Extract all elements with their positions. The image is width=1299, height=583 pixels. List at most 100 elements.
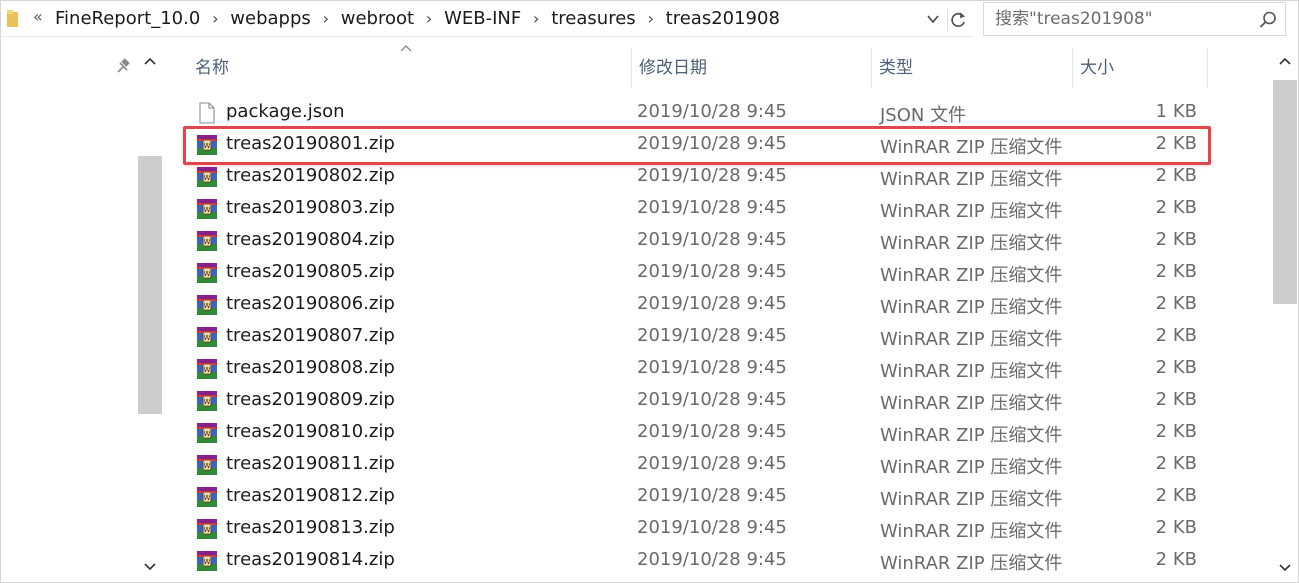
column-header-type[interactable]: 类型: [872, 48, 1073, 88]
nav-scroll-thumb[interactable]: [138, 156, 162, 414]
table-row[interactable]: package.json 2019/10/28 9:45 JSON 文件 1 KB: [188, 97, 1208, 129]
file-date: 2019/10/28 9:45: [637, 101, 787, 122]
winrar-zip-icon: W: [196, 422, 218, 444]
file-date: 2019/10/28 9:45: [637, 485, 787, 506]
svg-text:W: W: [204, 462, 211, 470]
pin-icon[interactable]: [116, 58, 132, 74]
table-row[interactable]: Wtreas20190802.zip 2019/10/28 9:45 WinRAR …: [188, 161, 1208, 193]
table-row[interactable]: Wtreas20190803.zip 2019/10/28 9:45 WinRAR …: [188, 193, 1208, 225]
search-input[interactable]: [993, 7, 1243, 31]
breadcrumb-segment[interactable]: WEB-INF: [444, 8, 521, 29]
table-row[interactable]: Wtreas20190812.zip 2019/10/28 9:45 WinRAR …: [188, 481, 1208, 513]
file-name: treas20190812.zip: [226, 485, 395, 506]
svg-text:W: W: [204, 558, 211, 566]
winrar-zip-icon: W: [196, 294, 218, 316]
file-type: WinRAR ZIP 压缩文件: [880, 425, 1063, 446]
table-row[interactable]: Wtreas20190807.zip 2019/10/28 9:45 WinRAR …: [188, 321, 1208, 353]
file-name: treas20190806.zip: [226, 293, 395, 314]
winrar-zip-icon: W: [196, 454, 218, 476]
svg-text:W: W: [204, 206, 211, 214]
breadcrumb-separator-icon[interactable]: ›: [521, 9, 551, 28]
table-row[interactable]: Wtreas20190813.zip 2019/10/28 9:45 WinRAR …: [188, 513, 1208, 545]
file-size: 2 KB: [1155, 453, 1197, 474]
winrar-zip-icon: W: [196, 550, 218, 572]
breadcrumb-segment[interactable]: webapps: [230, 8, 310, 29]
file-type: WinRAR ZIP 压缩文件: [880, 361, 1063, 382]
svg-text:W: W: [204, 302, 211, 310]
file-name: treas20190804.zip: [226, 229, 395, 250]
file-type: WinRAR ZIP 压缩文件: [880, 169, 1063, 190]
chevron-down-icon[interactable]: [925, 11, 941, 27]
table-row[interactable]: Wtreas20190808.zip 2019/10/28 9:45 WinRAR …: [188, 353, 1208, 385]
file-name: treas20190810.zip: [226, 421, 395, 442]
table-row[interactable]: Wtreas20190805.zip 2019/10/28 9:45 WinRAR …: [188, 257, 1208, 289]
column-header-name[interactable]: 名称: [188, 48, 632, 88]
winrar-zip-icon: W: [196, 390, 218, 412]
scroll-up-arrow-icon[interactable]: [1278, 56, 1292, 66]
file-size: 2 KB: [1155, 325, 1197, 346]
breadcrumb-segment[interactable]: webroot: [341, 8, 414, 29]
table-row[interactable]: Wtreas20190806.zip 2019/10/28 9:45 WinRAR …: [188, 289, 1208, 321]
file-type: WinRAR ZIP 压缩文件: [880, 265, 1063, 286]
winrar-zip-icon: W: [196, 518, 218, 540]
file-name: treas20190813.zip: [226, 517, 395, 538]
file-name: treas20190805.zip: [226, 261, 395, 282]
file-list-scrollbar[interactable]: [1273, 46, 1297, 581]
breadcrumb-separator-icon[interactable]: ›: [311, 9, 341, 28]
scroll-up-arrow-icon[interactable]: [143, 56, 157, 66]
column-header-size[interactable]: 大小: [1073, 48, 1208, 88]
file-date: 2019/10/28 9:45: [637, 453, 787, 474]
breadcrumb: FineReport_10.0 › webapps › webroot › WEB-INF ›…: [55, 8, 780, 29]
breadcrumb-separator-icon[interactable]: ›: [200, 9, 230, 28]
file-size: 2 KB: [1155, 293, 1197, 314]
table-row[interactable]: Wtreas20190810.zip 2019/10/28 9:45 WinRAR …: [188, 417, 1208, 449]
refresh-icon[interactable]: [947, 9, 969, 31]
file-type: WinRAR ZIP 压缩文件: [880, 233, 1063, 254]
breadcrumb-segment[interactable]: treasures: [551, 8, 635, 29]
svg-text:W: W: [204, 270, 211, 278]
table-row[interactable]: Wtreas20190811.zip 2019/10/28 9:45 WinRAR …: [188, 449, 1208, 481]
file-type: WinRAR ZIP 压缩文件: [880, 137, 1063, 158]
file-date: 2019/10/28 9:45: [637, 389, 787, 410]
svg-text:W: W: [204, 174, 211, 182]
file-date: 2019/10/28 9:45: [637, 197, 787, 218]
breadcrumb-separator-icon[interactable]: ›: [636, 9, 666, 28]
nav-scrollbar[interactable]: [138, 50, 162, 582]
file-type: JSON 文件: [880, 105, 967, 126]
file-size: 2 KB: [1155, 165, 1197, 186]
breadcrumb-segment[interactable]: treas201908: [666, 8, 780, 29]
file-size: 2 KB: [1155, 421, 1197, 442]
table-row[interactable]: Wtreas20190801.zip 2019/10/28 9:45 WinRAR …: [188, 129, 1208, 161]
address-bar[interactable]: « FineReport_10.0 › webapps › webroot › WEB-IN…: [1, 1, 972, 37]
file-size: 2 KB: [1155, 517, 1197, 538]
file-size: 2 KB: [1155, 549, 1197, 570]
file-size: 2 KB: [1155, 197, 1197, 218]
scroll-thumb[interactable]: [1273, 80, 1297, 304]
table-row[interactable]: Wtreas20190809.zip 2019/10/28 9:45 WinRAR …: [188, 385, 1208, 417]
scroll-down-arrow-icon[interactable]: [143, 562, 157, 572]
address-bar-area: « FineReport_10.0 › webapps › webroot › WEB-IN…: [0, 0, 1299, 40]
search-icon[interactable]: [1259, 11, 1277, 29]
column-header-date[interactable]: 修改日期: [632, 48, 872, 88]
svg-text:W: W: [204, 334, 211, 342]
file-date: 2019/10/28 9:45: [637, 421, 787, 442]
winrar-zip-icon: W: [196, 262, 218, 284]
file-name: treas20190807.zip: [226, 325, 395, 346]
search-box[interactable]: [983, 2, 1286, 36]
file-type: WinRAR ZIP 压缩文件: [880, 489, 1063, 510]
table-row[interactable]: Wtreas20190814.zip 2019/10/28 9:45 WinRAR …: [188, 545, 1208, 577]
winrar-zip-icon: W: [196, 166, 218, 188]
file-name: treas20190809.zip: [226, 389, 395, 410]
navigation-pane: [0, 46, 164, 583]
breadcrumb-segment[interactable]: FineReport_10.0: [55, 8, 200, 29]
file-name: treas20190814.zip: [226, 549, 395, 570]
winrar-zip-icon: W: [196, 358, 218, 380]
scroll-down-arrow-icon[interactable]: [1278, 563, 1292, 573]
table-row[interactable]: Wtreas20190804.zip 2019/10/28 9:45 WinRAR …: [188, 225, 1208, 257]
winrar-zip-icon: W: [196, 326, 218, 348]
file-type: WinRAR ZIP 压缩文件: [880, 553, 1063, 574]
file-type: WinRAR ZIP 压缩文件: [880, 521, 1063, 542]
breadcrumb-separator-icon[interactable]: ›: [414, 9, 444, 28]
svg-text:W: W: [204, 142, 211, 150]
breadcrumb-overflow[interactable]: «: [33, 7, 43, 26]
